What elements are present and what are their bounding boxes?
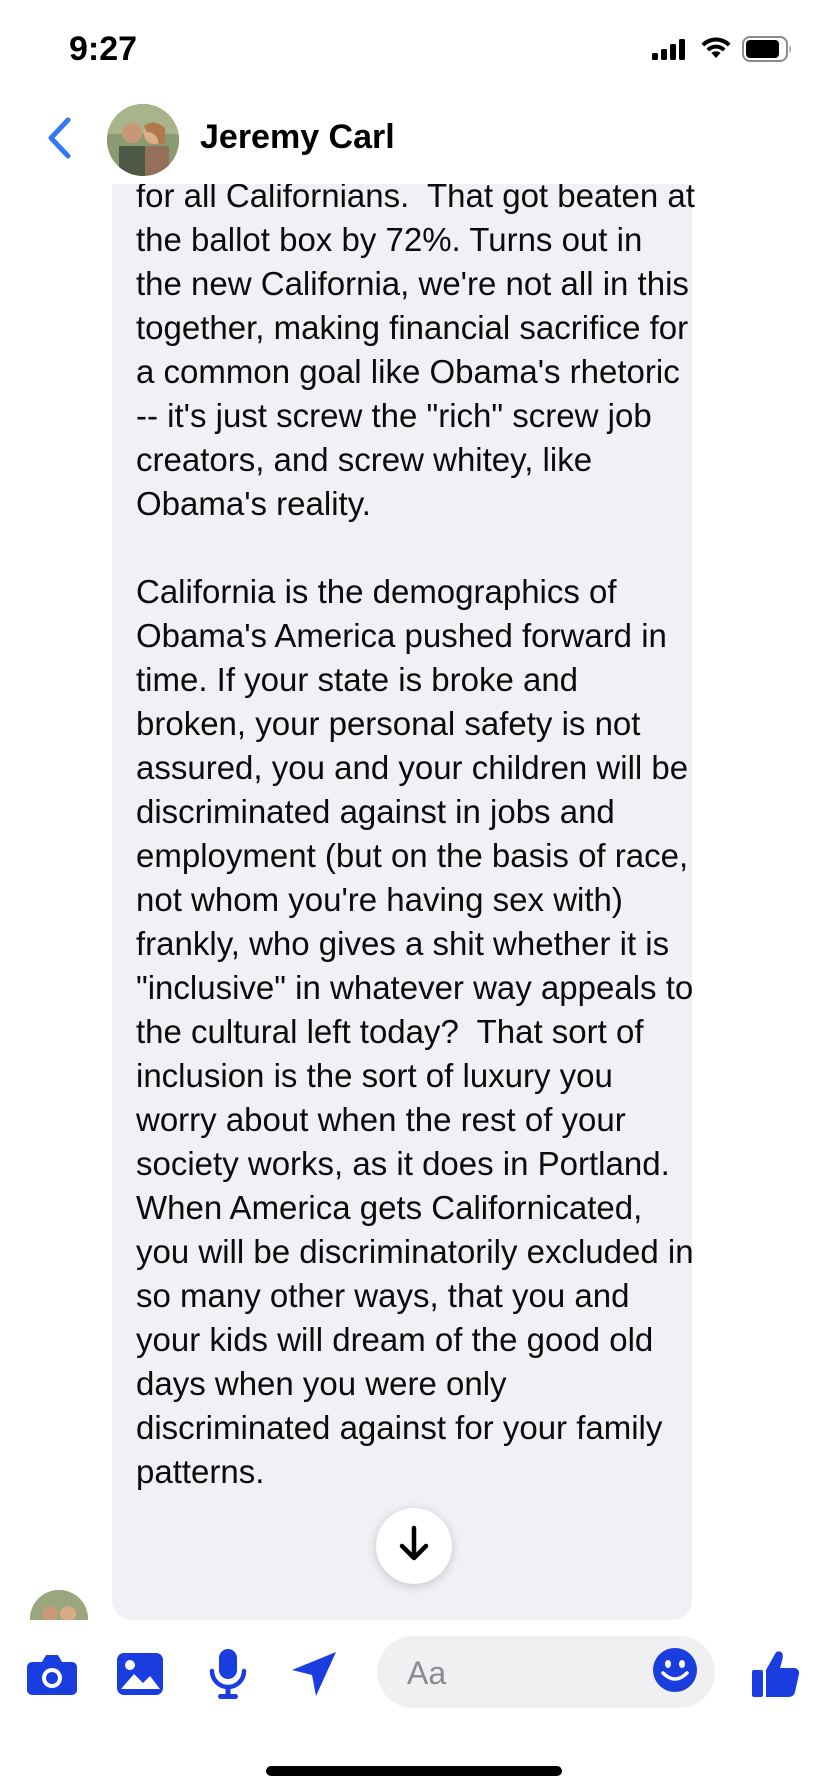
emoji-button[interactable]: [647, 1644, 703, 1700]
messenger-screen: for all Californians. That got beaten at…: [0, 0, 828, 1792]
message-composer: [0, 1620, 828, 1792]
home-indicator: [266, 1766, 562, 1776]
microphone-icon: [208, 1648, 248, 1705]
location-button[interactable]: [286, 1648, 342, 1704]
location-arrow-icon: [290, 1650, 338, 1703]
message-thread[interactable]: for all Californians. That got beaten at…: [0, 0, 828, 1620]
cellular-signal-icon: [652, 38, 688, 65]
status-time: 9:27: [69, 30, 138, 68]
camera-button[interactable]: [24, 1648, 80, 1704]
photo-icon: [116, 1652, 164, 1701]
sender-avatar[interactable]: [30, 1590, 88, 1620]
message-text-input[interactable]: [405, 1636, 649, 1710]
photo-button[interactable]: [112, 1648, 168, 1704]
wifi-icon: [700, 36, 732, 65]
arrow-down-icon: [397, 1525, 431, 1568]
message-input-field[interactable]: [377, 1636, 715, 1710]
status-bar: 9:27: [0, 0, 828, 96]
voice-button[interactable]: [200, 1648, 256, 1704]
battery-icon: [742, 36, 794, 67]
back-button[interactable]: [36, 114, 84, 166]
contact-avatar[interactable]: [107, 104, 179, 176]
like-button[interactable]: [748, 1648, 804, 1704]
smiley-icon: [652, 1647, 698, 1698]
message-text: for all Californians. That got beaten at…: [136, 174, 696, 1494]
chevron-left-icon: [46, 117, 74, 164]
message-paragraph-1: for all Californians. That got beaten at…: [136, 177, 705, 522]
thumbs-up-icon: [751, 1649, 801, 1704]
contact-name[interactable]: Jeremy Carl: [200, 118, 395, 157]
camera-icon: [26, 1652, 78, 1701]
message-paragraph-2: California is the demographics of Obama'…: [136, 573, 703, 1490]
conversation-header: Jeremy Carl: [0, 96, 828, 184]
scroll-to-bottom-button[interactable]: [376, 1508, 452, 1584]
